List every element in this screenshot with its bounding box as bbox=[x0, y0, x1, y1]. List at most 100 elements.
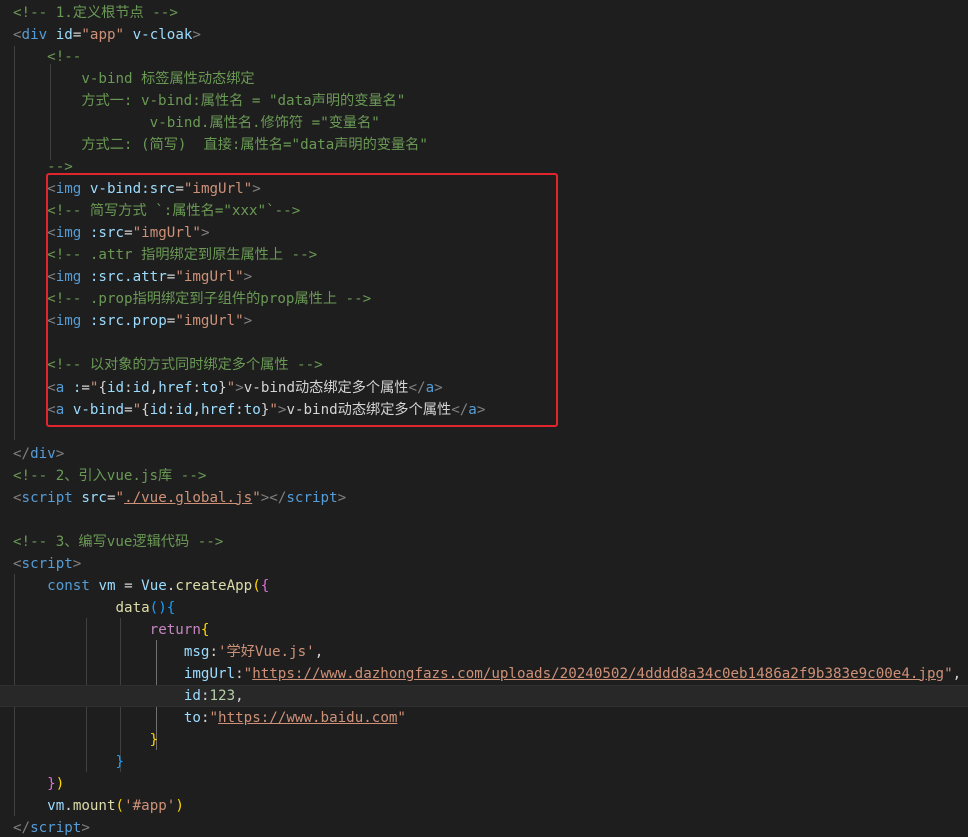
code-line[interactable] bbox=[0, 421, 968, 443]
code-line[interactable]: <!-- .prop指明绑定到子组件的prop属性上 --> bbox=[0, 288, 968, 310]
code-line[interactable]: }) bbox=[0, 773, 968, 795]
code-line[interactable]: <a :="{id:id,href:to}">v-bind动态绑定多个属性</a… bbox=[0, 377, 968, 399]
code-token: id bbox=[183, 687, 201, 704]
code-line[interactable]: const vm = Vue.createApp({ bbox=[0, 575, 968, 597]
code-token: "imgUrl" bbox=[175, 313, 244, 330]
code-token: "app" bbox=[81, 27, 125, 44]
code-line[interactable]: <script src="./vue.global.js"></script> bbox=[0, 487, 968, 509]
code-line[interactable]: <!-- .attr 指明绑定到原生属性上 --> bbox=[0, 244, 968, 266]
code-token: " bbox=[397, 709, 406, 726]
code-token: < bbox=[47, 401, 56, 418]
code-token: a bbox=[55, 379, 65, 396]
code-line[interactable]: <div id="app" v-cloak> bbox=[0, 24, 968, 46]
code-token: id bbox=[132, 379, 150, 396]
code-line[interactable]: vm.mount('#app') bbox=[0, 795, 968, 817]
code-line[interactable]: imgUrl:"https://www.dazhongfazs.com/uplo… bbox=[0, 663, 968, 685]
code-token: " bbox=[252, 489, 261, 506]
code-line[interactable]: <!-- 以对象的方式同时绑定多个属性 --> bbox=[0, 354, 968, 376]
code-token: < bbox=[13, 27, 22, 44]
code-line[interactable]: msg:'学好Vue.js', bbox=[0, 641, 968, 663]
code-line[interactable]: 方式一: v-bind:属性名 = "data声明的变量名" bbox=[0, 90, 968, 112]
code-token: > bbox=[192, 27, 201, 44]
code-token: <!-- bbox=[47, 49, 82, 66]
code-token: " bbox=[209, 709, 219, 726]
code-line[interactable]: <img :src.prop="imgUrl"> bbox=[0, 310, 968, 332]
code-token: https://www.dazhongfazs.com/uploads/2024… bbox=[252, 665, 945, 682]
code-line[interactable]: 方式二: (简写) 直接:属性名="data声明的变量名" bbox=[0, 134, 968, 156]
code-token: Vue bbox=[141, 577, 167, 594]
code-token: : bbox=[235, 665, 244, 682]
code-token: < bbox=[47, 181, 56, 198]
code-token: } bbox=[47, 776, 56, 793]
code-token: <!-- 简写方式 `:属性名="xxx"`--> bbox=[47, 203, 301, 220]
code-line[interactable]: id:123, bbox=[0, 684, 968, 707]
code-editor[interactable]: <!-- 1.定义根节点 --> <div id="app" v-cloak> <… bbox=[0, 0, 968, 837]
code-token: : bbox=[124, 379, 133, 396]
code-line[interactable]: <!-- 2、引入vue.js库 --> bbox=[0, 465, 968, 487]
code-token: , bbox=[235, 687, 244, 704]
code-line[interactable]: data(){ bbox=[0, 597, 968, 619]
code-line[interactable]: <script> bbox=[0, 553, 968, 575]
code-token: '#app' bbox=[124, 798, 176, 815]
code-token: data bbox=[115, 599, 150, 616]
code-line[interactable]: <!-- bbox=[0, 46, 968, 68]
code-token: { bbox=[200, 621, 210, 638]
code-token: > bbox=[55, 445, 65, 462]
code-line[interactable] bbox=[0, 332, 968, 354]
code-token: > bbox=[252, 181, 261, 198]
code-token: <!-- 2、引入vue.js库 --> bbox=[13, 467, 207, 484]
code-token: > bbox=[200, 225, 210, 242]
code-token: > bbox=[476, 401, 486, 418]
code-token: < bbox=[47, 379, 56, 396]
code-line[interactable]: --> bbox=[0, 156, 968, 178]
code-token: v-cloak bbox=[132, 27, 193, 44]
code-line[interactable]: return{ bbox=[0, 619, 968, 641]
code-line[interactable]: v-bind.属性名.修饰符 ="变量名" bbox=[0, 112, 968, 134]
code-token: a bbox=[55, 401, 65, 418]
code-token: </ bbox=[408, 379, 426, 396]
code-token: < bbox=[13, 555, 22, 572]
code-line[interactable] bbox=[0, 509, 968, 531]
code-line[interactable]: <!-- 1.定义根节点 --> bbox=[0, 2, 968, 24]
code-token: } bbox=[218, 379, 227, 396]
code-line[interactable]: </script> bbox=[0, 817, 968, 837]
code-token: vm bbox=[98, 577, 116, 594]
code-line[interactable]: <img :src.attr="imgUrl"> bbox=[0, 266, 968, 288]
code-line[interactable]: <a v-bind="{id:id,href:to}">v-bind动态绑定多个… bbox=[0, 399, 968, 421]
code-token: script bbox=[30, 820, 82, 837]
code-line[interactable]: <!-- 简写方式 `:属性名="xxx"`--> bbox=[0, 200, 968, 222]
code-token: img bbox=[55, 313, 82, 330]
code-line[interactable]: } bbox=[0, 729, 968, 751]
code-token: to bbox=[201, 379, 219, 396]
code-token: img bbox=[55, 269, 82, 286]
code-token: ( bbox=[115, 798, 125, 815]
code-line[interactable]: <!-- 3、编写vue逻辑代码 --> bbox=[0, 531, 968, 553]
code-token: :src.attr bbox=[89, 269, 167, 286]
code-token: <!-- .prop指明绑定到子组件的prop属性上 --> bbox=[47, 291, 372, 308]
code-token: href bbox=[200, 401, 236, 418]
code-line[interactable]: </div> bbox=[0, 443, 968, 465]
code-token: id bbox=[55, 27, 73, 44]
code-token: v-bind.属性名.修饰符 ="变量名" bbox=[13, 115, 380, 132]
code-token: imgUrl bbox=[183, 665, 236, 682]
code-line[interactable]: v-bind 标签属性动态绑定 bbox=[0, 68, 968, 90]
code-token: <!-- 3、编写vue逻辑代码 --> bbox=[13, 533, 224, 550]
code-line[interactable]: } bbox=[0, 751, 968, 773]
code-line[interactable]: <img v-bind:src="imgUrl"> bbox=[0, 178, 968, 200]
code-line[interactable]: to:"https://www.baidu.com" bbox=[0, 707, 968, 729]
code-token: a bbox=[425, 379, 435, 396]
code-token: 123 bbox=[209, 687, 236, 704]
code-token: " bbox=[269, 401, 278, 418]
code-line[interactable]: <img :src="imgUrl"> bbox=[0, 222, 968, 244]
